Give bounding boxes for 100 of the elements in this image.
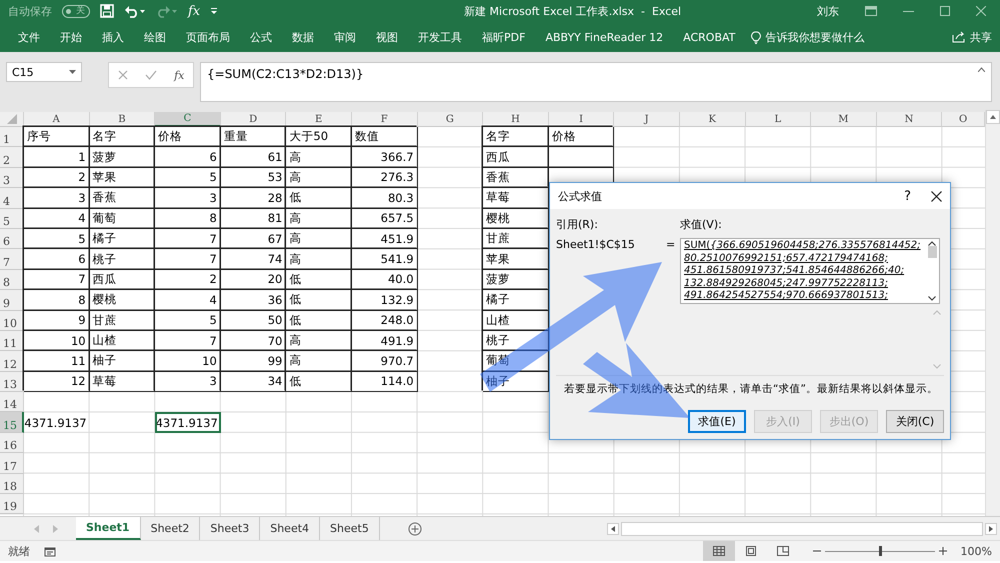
dialog-button[interactable]: 关闭(C) (886, 410, 944, 433)
scroll-down-icon[interactable] (928, 296, 936, 301)
ribbon-tab[interactable]: ACROBAT (673, 30, 746, 44)
spreadsheet-cell: 53 (220, 168, 286, 188)
ribbon-tab[interactable]: 审阅 (324, 30, 366, 44)
undo-icon[interactable] (124, 4, 146, 18)
row-header[interactable]: 10 (0, 310, 24, 331)
column-header[interactable]: C (155, 112, 221, 127)
autosave-label: 自动保存 (8, 4, 52, 18)
zoom-in-icon[interactable] (938, 547, 947, 555)
ribbon-tab[interactable]: 数据 (282, 30, 324, 44)
row-header[interactable]: 3 (0, 168, 24, 188)
equals-sign: = (666, 238, 676, 253)
row-header[interactable]: 2 (0, 147, 24, 168)
row-header[interactable]: 13 (0, 372, 24, 392)
spreadsheet-cell: 名字 (483, 127, 549, 148)
row-header[interactable]: 8 (0, 270, 24, 290)
spreadsheet-cell-text: 4371.9137 (24, 414, 88, 432)
column-header[interactable]: K (680, 112, 746, 127)
status-text: 就绪 (8, 544, 30, 558)
column-header[interactable]: B (90, 112, 156, 127)
insert-function-button[interactable]: fx (174, 68, 184, 82)
spreadsheet-cell: 山楂 (90, 330, 156, 352)
save-icon[interactable] (100, 4, 114, 18)
scroll-left-icon[interactable] (607, 522, 619, 534)
spreadsheet-cell: 451.9 (352, 228, 418, 250)
spreadsheet-cell: 248.0 (352, 310, 418, 331)
spreadsheet-cell: 970.7 (352, 351, 418, 372)
ribbon-tab[interactable]: 页面布局 (176, 30, 240, 44)
spreadsheet-cell: 3 (24, 188, 90, 209)
ribbon-tab[interactable]: 视图 (366, 30, 408, 44)
row-header[interactable]: 7 (0, 249, 24, 270)
column-header[interactable]: N (876, 112, 942, 127)
row-header[interactable]: 9 (0, 290, 24, 311)
column-header[interactable]: A (24, 112, 90, 127)
dialog-button[interactable]: 求值(E) (688, 410, 746, 433)
spreadsheet-cell: 61 (220, 147, 286, 168)
formula-input[interactable]: {=SUM(C2:C13*D2:D13)} (200, 62, 992, 102)
share-icon[interactable] (952, 31, 966, 43)
column-header[interactable]: F (352, 112, 418, 127)
spreadsheet-cell: 高 (286, 330, 352, 352)
horizontal-scrollbar[interactable] (621, 522, 983, 536)
maximize-icon[interactable] (940, 6, 950, 16)
view-button[interactable] (702, 541, 735, 561)
ribbon-tab[interactable]: 开始 (50, 30, 92, 44)
ribbon-display-icon[interactable] (865, 6, 877, 16)
row-header[interactable]: 15 (0, 412, 24, 433)
row-header[interactable]: 16 (0, 432, 24, 454)
row-header[interactable]: 5 (0, 208, 24, 229)
spreadsheet-cell: 80.3 (352, 188, 418, 209)
name-box[interactable]: C15 (6, 62, 82, 82)
row-header[interactable]: 18 (0, 474, 24, 494)
column-header[interactable]: I (548, 112, 614, 127)
row-header[interactable]: 19 (0, 494, 24, 514)
column-header[interactable]: H (483, 112, 549, 127)
row-header[interactable]: 6 (0, 228, 24, 250)
share-button[interactable]: 共享 (970, 30, 992, 44)
column-header[interactable]: G (418, 112, 484, 127)
macro-icon[interactable] (44, 546, 56, 556)
spreadsheet-cell: 山楂 (483, 310, 549, 331)
ribbon-tab[interactable]: 文件 (8, 30, 50, 44)
row-header[interactable]: 4 (0, 188, 24, 209)
customize-icon[interactable] (210, 6, 218, 16)
row-header[interactable]: 11 (0, 330, 24, 352)
ribbon-tab[interactable]: ABBYY FineReader 12 (535, 30, 674, 44)
sheet-tab[interactable]: Sheet1 (76, 517, 141, 540)
add-sheet-icon[interactable] (408, 522, 422, 536)
ribbon-tab[interactable]: 公式 (240, 30, 282, 44)
spreadsheet-cell: 366.7 (352, 147, 418, 168)
scroll-right-icon[interactable] (985, 522, 997, 534)
lightbulb-icon[interactable] (751, 30, 762, 44)
row-header[interactable]: 1 (0, 127, 24, 148)
insert-function-button[interactable]: fx (188, 4, 200, 18)
spreadsheet-cell: 高 (286, 147, 352, 168)
ribbon-tab[interactable]: 福昕PDF (472, 30, 536, 44)
spreadsheet-cell: 数值 (352, 127, 418, 148)
ribbon-tab[interactable]: 插入 (92, 30, 134, 44)
collapse-icon[interactable] (978, 67, 985, 72)
close-icon[interactable] (931, 190, 942, 202)
scrollbar-thumb[interactable] (928, 246, 936, 258)
zoom-level[interactable]: 100% (960, 544, 992, 558)
evaluation-box[interactable]: SUM({366.690519604458;276.335576814452; 80.2510076992151;657.472179474168; 451.861580919737;541.854644886266;40; 132.884929268045;247.997752228113; 491.864254527554;970.666937801513; (680, 238, 940, 304)
row-header[interactable]: 12 (0, 351, 24, 372)
column-header[interactable]: O (942, 112, 985, 127)
column-header[interactable]: L (746, 112, 812, 127)
row-header[interactable]: 17 (0, 453, 24, 474)
scroll-up-icon[interactable] (928, 241, 936, 246)
ribbon-tab[interactable]: 绘图 (134, 30, 176, 44)
help-button[interactable]: ? (894, 188, 921, 204)
vertical-scrollbar[interactable] (985, 110, 1000, 516)
column-header[interactable]: D (220, 112, 286, 127)
column-header[interactable]: E (286, 112, 352, 127)
ribbon-tab[interactable]: 开发工具 (408, 30, 472, 44)
tell-me-field[interactable]: 告诉我你想要做什么 (765, 30, 864, 44)
dropdown-icon[interactable] (69, 70, 76, 74)
spreadsheet-cell: 香蕉 (90, 188, 156, 209)
column-header[interactable]: J (614, 112, 680, 127)
row-header[interactable]: 14 (0, 392, 24, 412)
column-header[interactable]: M (811, 112, 877, 127)
spreadsheet-cell: 樱桃 (483, 208, 549, 229)
